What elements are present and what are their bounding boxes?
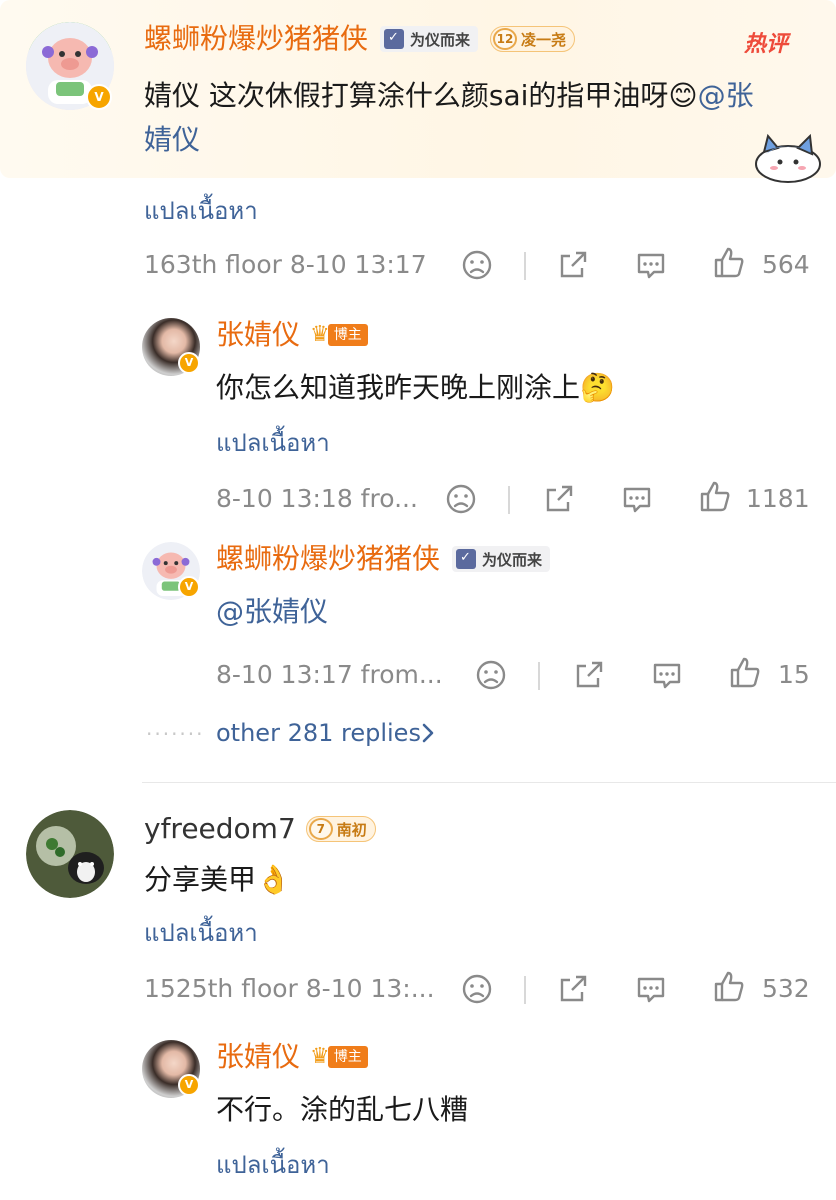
like-icon[interactable] [712, 246, 746, 280]
comment-text: 分享美甲👌 [144, 863, 291, 896]
chevron-right-icon[interactable] [420, 721, 436, 745]
like-count: 532 [762, 974, 810, 1003]
username[interactable]: 螺蛳粉爆炒猪猪侠 [144, 22, 368, 56]
share-icon[interactable] [556, 248, 590, 282]
avatar[interactable] [26, 810, 114, 898]
mention-link-cont[interactable]: 婧仪 [144, 123, 200, 156]
calendar-check-icon [456, 549, 477, 569]
fan-tag[interactable]: 为仪而来 [452, 546, 551, 572]
divider-bar [524, 976, 526, 1004]
translate-link[interactable]: แปลเนื้อหา [144, 196, 258, 226]
cat-sticker-icon [755, 133, 821, 183]
translate-link[interactable]: แปลเนื้อหา [144, 918, 258, 948]
username[interactable]: yfreedom7 [144, 812, 296, 846]
comment-icon[interactable] [650, 658, 684, 692]
hot-comment-label: 热评 [744, 32, 789, 57]
more-replies-dots: ······· [146, 722, 205, 746]
like-count: 564 [762, 250, 810, 279]
mention-link[interactable]: @张 [698, 79, 754, 112]
username[interactable]: 螺蛳粉爆炒猪猪侠 [216, 542, 440, 576]
fan-level-badge[interactable]: 12 凌一尧 [490, 26, 576, 52]
divider-bar [508, 486, 510, 514]
dislike-icon[interactable] [474, 658, 508, 692]
reply-text: 你怎么知道我昨天晚上刚涂上🤔 [216, 371, 615, 404]
share-icon[interactable] [542, 482, 576, 516]
reply-timestamp: 8-10 13:17 from... [216, 660, 443, 689]
translate-link[interactable]: แปลเนื้อหา [216, 428, 330, 458]
fan-level-badge[interactable]: 7 南初 [305, 816, 376, 842]
like-icon[interactable] [712, 970, 746, 1004]
verified-icon: V [178, 1074, 200, 1096]
crown-icon: ♛ [310, 322, 330, 347]
reply-timestamp: 8-10 13:18 fro... [216, 484, 418, 513]
share-icon[interactable] [556, 972, 590, 1006]
comment-icon[interactable] [634, 972, 668, 1006]
calendar-check-icon [384, 29, 405, 49]
comment-text: 婧仪 这次休假打算涂什么颜sai的指甲油呀😊@张 婧仪 [144, 79, 754, 156]
author-badge: ♛ 博主 [310, 1045, 368, 1069]
more-replies-link[interactable]: other 281 replies [216, 718, 421, 748]
floor-timestamp: 1525th floor 8-10 13:... [144, 974, 435, 1003]
dislike-icon[interactable] [460, 972, 494, 1006]
translate-link[interactable]: แปลเนื้อหา [216, 1150, 330, 1180]
divider-bar [524, 252, 526, 280]
verified-icon: V [178, 576, 200, 598]
dog-avatar-art [26, 810, 114, 898]
reply-header: 螺蛳粉爆炒猪猪侠 为仪而来 [216, 542, 551, 576]
verified-icon: V [86, 84, 112, 110]
mention-link[interactable]: @张婧仪 [216, 590, 328, 634]
username[interactable]: 张婧仪 [216, 318, 300, 352]
comment-header: 螺蛳粉爆炒猪猪侠 为仪而来 12凌一尧 [144, 22, 576, 56]
share-icon[interactable] [572, 658, 606, 692]
author-badge: ♛ 博主 [310, 323, 368, 347]
fan-tag[interactable]: 为仪而来 [380, 26, 479, 52]
crown-icon: ♛ [310, 1044, 330, 1069]
comment-header: yfreedom7 7 南初 [144, 812, 376, 846]
reply-header: 张婧仪 ♛ 博主 [216, 1040, 368, 1074]
reply-text: 不行。涂的乱七八糟 [216, 1093, 469, 1126]
reply-header: 张婧仪 ♛ 博主 [216, 318, 368, 352]
floor-timestamp: 163th floor 8-10 13:17 [144, 250, 427, 279]
verified-icon: V [178, 352, 200, 374]
like-icon[interactable] [728, 656, 762, 690]
like-count: 15 [778, 660, 810, 689]
dislike-icon[interactable] [444, 482, 478, 516]
like-count: 1181 [746, 484, 810, 513]
divider-bar [538, 662, 540, 690]
comment-icon[interactable] [620, 482, 654, 516]
username[interactable]: 张婧仪 [216, 1040, 300, 1074]
dislike-icon[interactable] [460, 248, 494, 282]
comment-divider [142, 782, 836, 783]
like-icon[interactable] [698, 480, 732, 514]
comment-icon[interactable] [634, 248, 668, 282]
